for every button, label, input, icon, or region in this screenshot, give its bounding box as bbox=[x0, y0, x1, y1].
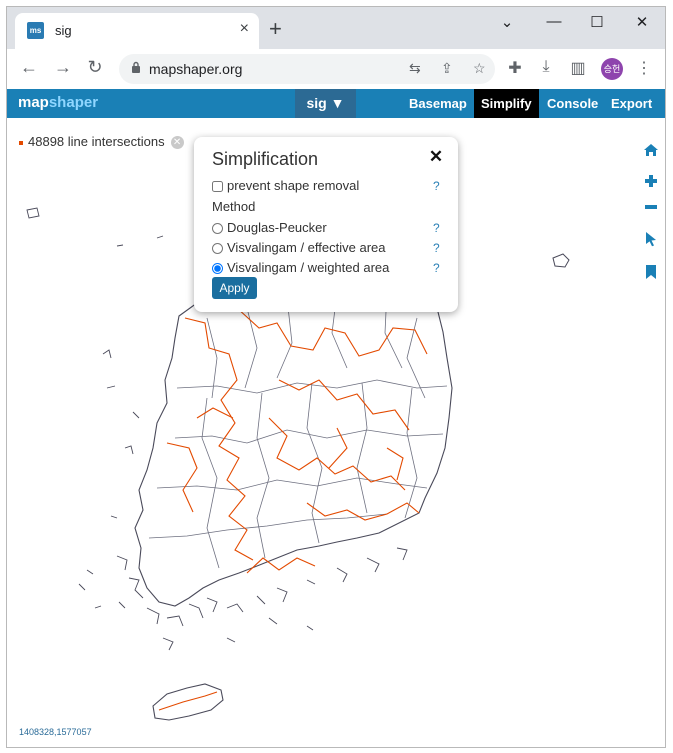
apply-button[interactable]: Apply bbox=[212, 277, 257, 299]
east-island bbox=[552, 253, 570, 268]
map-canvas[interactable]: 48898 line intersections ✕ 1408328,157705… bbox=[7, 118, 665, 747]
sidepanel-icon[interactable]: ▥ bbox=[567, 58, 589, 78]
tab-strip: ms sig × + ⌄ — ☐ ✕ bbox=[7, 7, 665, 49]
method-label: Visvalingam / weighted area bbox=[227, 260, 390, 275]
download-icon[interactable]: ⤓ bbox=[535, 58, 557, 76]
simplification-panel: Simplification ✕ prevent shape removal ?… bbox=[194, 137, 458, 312]
method-visvalingam-effective: Visvalingam / effective area bbox=[212, 240, 386, 255]
method-heading: Method bbox=[212, 199, 256, 214]
intersection-marker-icon bbox=[19, 140, 23, 145]
menu-export[interactable]: Export bbox=[604, 89, 659, 118]
minimize-button[interactable]: — bbox=[541, 13, 567, 30]
share-icon[interactable]: ⇪ bbox=[441, 60, 453, 77]
address-bar[interactable]: mapshaper.org ⇆ ⇪ ☆ bbox=[119, 54, 495, 84]
back-button[interactable]: ← bbox=[17, 57, 41, 78]
tab-search-icon[interactable]: ⌄ bbox=[494, 13, 520, 31]
menu-icon[interactable]: ⋮ bbox=[633, 58, 655, 78]
help-visvalingam-effective[interactable]: ? bbox=[433, 241, 440, 255]
close-window-button[interactable]: ✕ bbox=[629, 13, 655, 31]
close-panel-button[interactable]: ✕ bbox=[426, 147, 446, 167]
mapshaper-header: mapshaper sig ▼ Basemap Simplify Console… bbox=[7, 89, 665, 118]
radio-visvalingam-effective[interactable] bbox=[212, 243, 223, 254]
browser-tab[interactable]: ms sig × bbox=[15, 13, 259, 49]
method-label: Douglas-Peucker bbox=[227, 220, 327, 235]
intersection-count: 48898 line intersections bbox=[28, 134, 165, 149]
zoom-out-icon[interactable] bbox=[643, 199, 659, 215]
dismiss-intersections-icon[interactable]: ✕ bbox=[170, 136, 184, 150]
maximize-button[interactable]: ☐ bbox=[584, 13, 610, 31]
method-visvalingam-weighted: Visvalingam / weighted area bbox=[212, 260, 389, 275]
mapshaper-logo[interactable]: mapshaper bbox=[18, 94, 98, 111]
logo-shaper: shaper bbox=[48, 94, 99, 111]
menu-console[interactable]: Console bbox=[540, 89, 605, 118]
browser-toolbar: ← → ↻ mapshaper.org ⇆ ⇪ ☆ ✚ ⤓ ▥ 승헌 ⋮ bbox=[7, 49, 665, 90]
bookmark-icon[interactable] bbox=[643, 264, 659, 280]
mapshaper-favicon: ms bbox=[27, 22, 44, 39]
profile-avatar[interactable]: 승헌 bbox=[601, 58, 623, 80]
prevent-removal-checkbox[interactable] bbox=[212, 181, 223, 192]
tab-close-icon[interactable]: × bbox=[240, 20, 249, 38]
pointer-icon[interactable] bbox=[643, 231, 659, 247]
prevent-removal-label: prevent shape removal bbox=[227, 178, 360, 193]
browser-window: ms sig × + ⌄ — ☐ ✕ ← → ↻ mapshaper.org ⇆… bbox=[6, 6, 666, 748]
menu-simplify[interactable]: Simplify bbox=[474, 89, 539, 118]
coordinate-readout: 1408328,1577057 bbox=[19, 727, 92, 737]
method-douglas-peucker: Douglas-Peucker bbox=[212, 220, 327, 235]
extensions-icon[interactable]: ✚ bbox=[504, 58, 526, 78]
prevent-removal-row: prevent shape removal bbox=[212, 178, 359, 193]
intersection-notice: 48898 line intersections ✕ bbox=[19, 134, 184, 150]
lock-icon bbox=[132, 61, 140, 73]
radio-visvalingam-weighted[interactable] bbox=[212, 263, 223, 274]
forward-button[interactable]: → bbox=[51, 57, 75, 78]
jeju-island-outline bbox=[152, 683, 224, 721]
tab-title: sig bbox=[55, 23, 72, 38]
help-douglas-peucker[interactable]: ? bbox=[433, 221, 440, 235]
help-visvalingam-weighted[interactable]: ? bbox=[433, 261, 440, 275]
home-icon[interactable] bbox=[643, 142, 659, 158]
menu-basemap[interactable]: Basemap bbox=[402, 89, 474, 118]
zoom-in-icon[interactable] bbox=[643, 173, 659, 189]
method-label: Visvalingam / effective area bbox=[227, 240, 386, 255]
translate-icon[interactable]: ⇆ bbox=[409, 60, 421, 77]
panel-title: Simplification bbox=[212, 149, 319, 169]
star-icon[interactable]: ☆ bbox=[473, 60, 486, 77]
radio-douglas-peucker[interactable] bbox=[212, 223, 223, 234]
url-text: mapshaper.org bbox=[149, 61, 243, 77]
new-tab-button[interactable]: + bbox=[269, 16, 282, 42]
layer-selector[interactable]: sig ▼ bbox=[295, 89, 356, 118]
logo-map: map bbox=[18, 94, 49, 111]
help-prevent-removal[interactable]: ? bbox=[433, 179, 440, 193]
reload-button[interactable]: ↻ bbox=[83, 57, 107, 78]
